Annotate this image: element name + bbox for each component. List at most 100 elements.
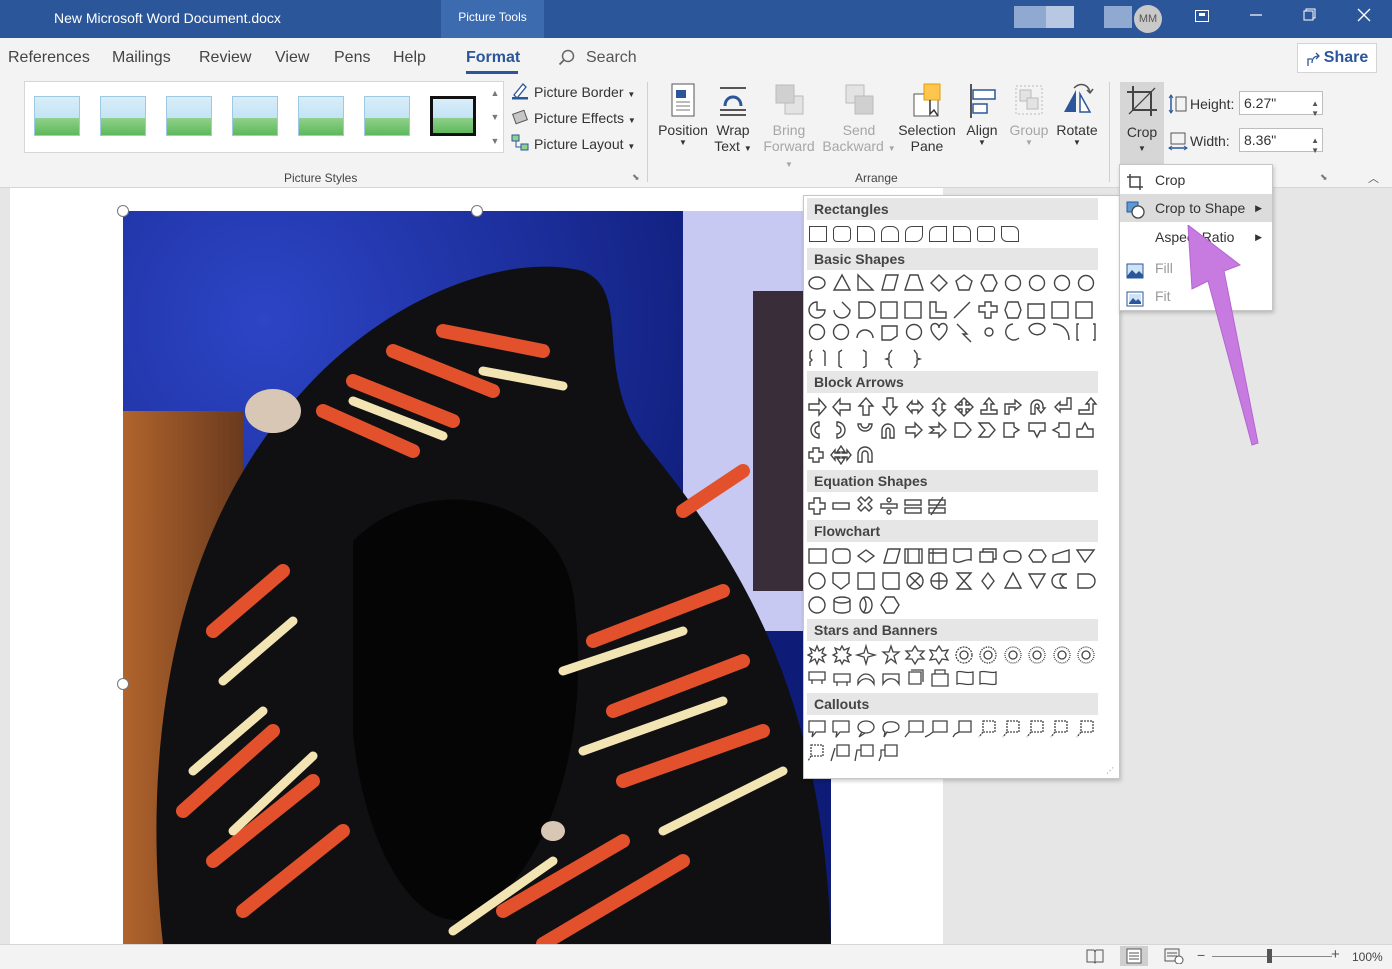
crop-icon: [1126, 172, 1144, 190]
rotate-icon: [1060, 82, 1094, 122]
block-arrows-grid[interactable]: [807, 396, 1101, 469]
selected-picture[interactable]: [123, 211, 831, 944]
shape-snip-corner-rectangle[interactable]: [857, 226, 875, 242]
wrap-text-icon: [716, 82, 750, 122]
spin-down-icon[interactable]: ▼: [1311, 140, 1319, 162]
tab-review[interactable]: Review: [199, 49, 251, 67]
picture-layout-icon: [511, 134, 529, 156]
resize-handle[interactable]: [117, 205, 129, 217]
gallery-scroll-up-icon[interactable]: ▲: [488, 82, 502, 104]
gallery-more-icon[interactable]: ▼: [488, 130, 502, 152]
user-avatar[interactable]: MM: [1134, 5, 1162, 33]
bring-forward-label-2: Forward: [763, 138, 815, 154]
align-button[interactable]: Align ▼: [960, 82, 1004, 147]
tab-pens[interactable]: Pens: [334, 49, 370, 67]
picture-style-thumb[interactable]: [298, 96, 344, 136]
selection-pane-icon: [910, 82, 944, 122]
dropdown-arrow-icon: ▼: [1073, 138, 1081, 147]
read-mode-icon[interactable]: [1086, 948, 1104, 967]
wrap-text-button[interactable]: Wrap Text ▼: [710, 82, 756, 154]
width-label: Width:: [1190, 133, 1230, 149]
shape-rounded-rectangle[interactable]: [833, 226, 851, 242]
tab-mailings[interactable]: Mailings: [112, 49, 171, 67]
shape-height-icon: [1168, 94, 1188, 117]
restore-icon[interactable]: [1300, 8, 1320, 28]
picture-tools-context-tab[interactable]: Picture Tools: [441, 0, 544, 38]
zoom-level[interactable]: 100%: [1352, 950, 1383, 964]
bring-forward-icon: [772, 82, 806, 122]
tab-view[interactable]: View: [275, 49, 309, 67]
resize-handle[interactable]: [117, 678, 129, 690]
print-layout-icon[interactable]: [1120, 946, 1148, 966]
shape-round-same-side-rectangle[interactable]: [977, 226, 995, 242]
title-bar-block: [1014, 6, 1046, 28]
height-input[interactable]: 6.27" ▲ ▼: [1239, 91, 1323, 118]
shape-snip-diagonal-rectangle[interactable]: [905, 226, 923, 242]
shape-rectangle[interactable]: [809, 226, 827, 242]
web-layout-icon[interactable]: [1164, 948, 1184, 967]
tab-references[interactable]: References: [8, 49, 90, 67]
gallery-scroll-down-icon[interactable]: ▼: [488, 106, 502, 128]
zoom-in-icon[interactable]: +: [1331, 946, 1340, 963]
send-backward-button[interactable]: Send Backward ▼: [822, 82, 896, 154]
crop-button[interactable]: Crop ▼: [1120, 82, 1164, 164]
zoom-out-icon[interactable]: −: [1197, 947, 1205, 963]
minimize-icon[interactable]: [1246, 8, 1266, 28]
gallery-resize-grip-icon[interactable]: ⋰: [1106, 766, 1114, 775]
spin-down-icon[interactable]: ▼: [1311, 103, 1319, 125]
menu-item-crop[interactable]: Crop: [1120, 166, 1272, 194]
dropdown-arrow-icon: ▼: [978, 138, 986, 147]
share-button[interactable]: Share: [1297, 43, 1377, 73]
group-button[interactable]: Group ▼: [1006, 82, 1052, 147]
dialog-launcher-icon[interactable]: ⬊: [1320, 172, 1328, 183]
zoom-slider-thumb[interactable]: [1267, 949, 1272, 963]
shape-round-diagonal-rectangle[interactable]: [1001, 226, 1019, 242]
zoom-slider-track[interactable]: [1212, 956, 1332, 957]
shape-snip-round-rectangle[interactable]: [929, 226, 947, 242]
shape-round-corner-rectangle[interactable]: [953, 226, 971, 242]
height-value: 6.27": [1244, 95, 1277, 111]
picture-style-thumb[interactable]: [364, 96, 410, 136]
picture-layout-button[interactable]: Picture Layout ▼: [534, 136, 635, 152]
width-input[interactable]: 8.36" ▲ ▼: [1239, 128, 1323, 155]
category-callouts: Callouts: [807, 693, 1098, 715]
ribbon-tabs: References Mailings Review View Pens Hel…: [0, 38, 1392, 78]
picture-border-button[interactable]: Picture Border ▼: [534, 84, 635, 100]
equation-shapes-grid[interactable]: [807, 495, 957, 520]
shape-row-rectangles: [807, 223, 1037, 245]
bring-forward-button[interactable]: Bring Forward ▼: [758, 82, 820, 170]
close-icon[interactable]: [1354, 8, 1374, 28]
selection-pane-button[interactable]: Selection Pane: [896, 82, 958, 154]
ribbon-display-options-icon[interactable]: [1192, 8, 1212, 28]
tell-me-search[interactable]: Search: [586, 49, 637, 67]
fit-picture-icon: [1126, 288, 1144, 307]
tab-help[interactable]: Help: [393, 49, 426, 67]
picture-style-thumb[interactable]: [100, 96, 146, 136]
picture-style-thumb[interactable]: [232, 96, 278, 136]
dialog-launcher-icon[interactable]: ⬊: [632, 172, 640, 183]
crop-to-shape-icon: [1126, 200, 1145, 219]
menu-item-crop-to-shape[interactable]: Crop to Shape ▶: [1120, 194, 1272, 222]
collapse-ribbon-icon[interactable]: ︿: [1368, 170, 1379, 186]
search-icon[interactable]: [558, 49, 576, 70]
picture-border-label: Picture Border: [534, 84, 624, 100]
picture-effects-button[interactable]: Picture Effects ▼: [534, 110, 636, 126]
flowchart-grid[interactable]: [807, 545, 1101, 618]
height-label: Height:: [1190, 96, 1235, 112]
title-bar-block: [1104, 6, 1132, 28]
callouts-grid[interactable]: [807, 718, 1101, 767]
resize-handle[interactable]: [471, 205, 483, 217]
basic-shapes-grid[interactable]: [807, 272, 1101, 371]
position-button[interactable]: Position ▼: [656, 82, 710, 147]
picture-style-thumb[interactable]: [166, 96, 212, 136]
picture-style-thumb[interactable]: [430, 96, 476, 136]
document-title: New Microsoft Word Document.docx: [54, 10, 281, 26]
rotate-button[interactable]: Rotate ▼: [1052, 82, 1102, 147]
crop-icon: [1125, 84, 1159, 121]
picture-style-thumb[interactable]: [34, 96, 80, 136]
shape-snip-same-side-rectangle[interactable]: [881, 226, 899, 242]
category-equation-shapes: Equation Shapes: [807, 470, 1098, 492]
tab-format[interactable]: Format: [466, 49, 520, 67]
title-bar: New Microsoft Word Document.docx Picture…: [0, 0, 1392, 38]
stars-and-banners-grid[interactable]: [806, 643, 1101, 693]
